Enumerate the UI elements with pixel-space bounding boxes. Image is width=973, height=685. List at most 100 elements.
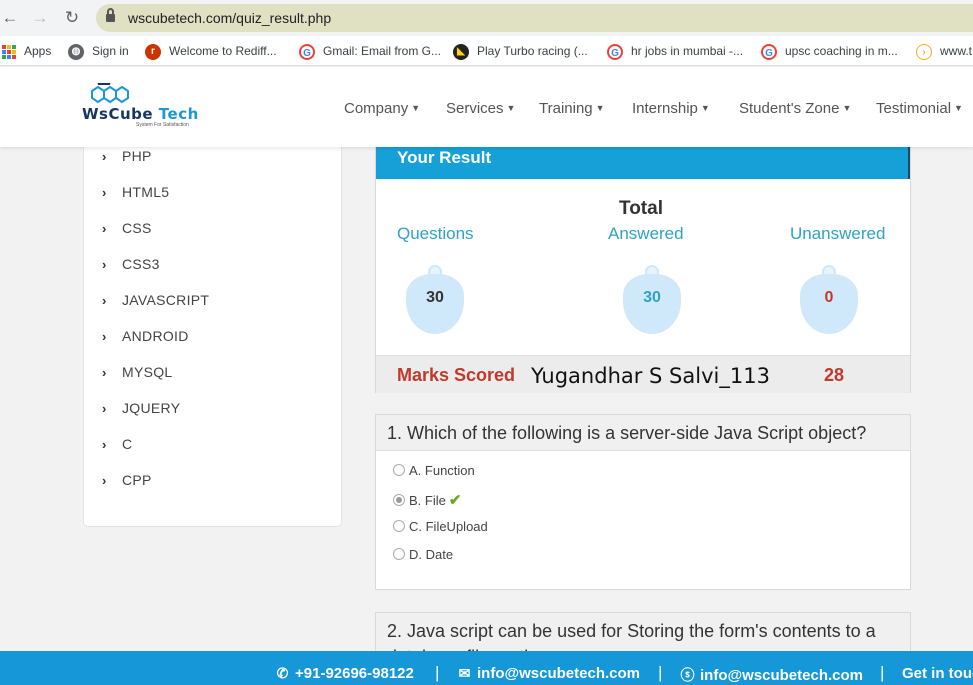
sidebar-item-jquery[interactable]: › JQUERY: [102, 400, 180, 416]
chevron-right-icon: ›: [102, 437, 107, 452]
rediff-icon: r: [145, 43, 161, 60]
bookmark-sign-in[interactable]: ◍ Sign in: [68, 42, 129, 60]
bookmark-label: Gmail: Email from G...: [323, 44, 442, 58]
footer-phone[interactable]: ✆ +91-92696-98122: [275, 665, 414, 682]
lock-icon: [106, 8, 115, 23]
phone-icon: ✆: [276, 665, 289, 681]
bookmark-label: Welcome to Rediff...: [169, 44, 277, 58]
marks-score: 28: [824, 365, 845, 385]
reload-icon[interactable]: ↻: [62, 8, 82, 28]
bookmark-www[interactable]: › www.t: [916, 42, 972, 60]
address-bar[interactable]: wscubetech.com/quiz_result.php: [96, 4, 973, 32]
google-icon: G: [761, 43, 777, 60]
bookmark-hr-jobs[interactable]: Ghr jobs in mumbai -...: [607, 42, 743, 60]
option-d[interactable]: D. Date: [393, 547, 453, 562]
bookmarks-bar: Apps ◍ Sign in r Welcome to Rediff... G Gma…: [0, 36, 973, 66]
site-header: WsCube Tech System For Satisfaction Comp…: [0, 67, 973, 147]
chevron-right-icon: ›: [102, 365, 107, 380]
forward-arrow-icon[interactable]: →: [30, 8, 50, 28]
caret-down-icon: ▼: [954, 103, 963, 113]
unanswered-count-badge: 0: [800, 265, 858, 335]
checkmark-icon: ✔: [448, 492, 462, 509]
nav-services[interactable]: Services ▼: [446, 100, 515, 117]
radio-button-selected[interactable]: [393, 494, 405, 506]
arrow-circle-icon: ›: [916, 43, 932, 60]
logo-tagline: System For Satisfaction: [136, 122, 189, 128]
questions-label: Questions: [397, 224, 474, 243]
back-arrow-icon[interactable]: ←: [0, 8, 20, 28]
nav-company[interactable]: Company ▼: [344, 100, 420, 117]
caret-down-icon: ▼: [842, 103, 852, 113]
footer-divider: |: [658, 663, 663, 682]
result-panel: Your Result Total Questions Answered Una…: [375, 130, 911, 393]
nav-training[interactable]: Training ▼: [539, 100, 605, 117]
answered-label: Answered: [608, 224, 684, 243]
sidebar-item-php[interactable]: › PHP: [102, 148, 152, 164]
apps-grid-icon: [2, 44, 16, 59]
chevron-right-icon: ›: [102, 473, 107, 488]
nav-internship[interactable]: Internship ▼: [632, 100, 710, 117]
question-text: 1. Which of the following is a server-si…: [376, 415, 910, 451]
nav-testimonial[interactable]: Testimonial ▼: [876, 100, 963, 117]
radio-button[interactable]: [393, 464, 405, 476]
radio-button[interactable]: [393, 548, 405, 560]
sidebar-item-html5[interactable]: › HTML5: [102, 184, 169, 200]
caret-down-icon: ▼: [411, 103, 421, 113]
skype-icon: ⓢ: [680, 667, 695, 683]
sidebar-item-mysql[interactable]: › MYSQL: [102, 364, 173, 380]
footer-skype[interactable]: ⓢ info@wscubetech.com: [680, 665, 864, 685]
bookmark-upsc[interactable]: Gupsc coaching in m...: [761, 42, 898, 60]
caret-down-icon: ▼: [700, 103, 710, 113]
sidebar-item-cpp[interactable]: › CPP: [102, 472, 152, 488]
option-a[interactable]: A. Function: [393, 463, 475, 478]
url-text[interactable]: wscubetech.com/quiz_result.php: [128, 10, 331, 26]
bookmark-label: Apps: [24, 44, 52, 58]
wscube-logo[interactable]: WsCube Tech System For Satisfaction: [82, 83, 202, 131]
option-c[interactable]: C. FileUpload: [393, 519, 488, 534]
unanswered-label: Unanswered: [790, 224, 886, 243]
google-icon: G: [299, 43, 315, 60]
sidebar-item-javascript[interactable]: › JAVASCRIPT: [102, 292, 209, 308]
bookmark-apps[interactable]: Apps: [2, 42, 51, 60]
footer-email[interactable]: ✉ info@wscubetech.com: [457, 665, 640, 682]
chevron-right-icon: ›: [102, 185, 107, 200]
unanswered-count: 0: [824, 289, 834, 306]
caret-down-icon: ▼: [595, 103, 605, 113]
sidebar-item-css3[interactable]: › CSS3: [102, 256, 160, 272]
bookmark-gmail[interactable]: G Gmail: Email from G...: [299, 42, 441, 60]
bookmark-label: hr jobs in mumbai -...: [631, 44, 744, 58]
bookmark-label: Play Turbo racing (...: [477, 44, 588, 58]
student-name: Yugandhar S Salvi_113: [531, 364, 770, 388]
chevron-right-icon: ›: [102, 221, 107, 236]
envelope-icon: ✉: [458, 665, 471, 681]
google-icon: G: [607, 43, 623, 60]
chevron-right-icon: ›: [102, 293, 107, 308]
option-b[interactable]: B. File ✔: [393, 491, 461, 509]
globe-icon: ◍: [68, 43, 84, 60]
bookmark-turbo[interactable]: ◣ Play Turbo racing (...: [453, 42, 588, 60]
course-sidebar: › PHP › HTML5 › CSS › CSS3 › JAVASCRIPT › ANDR…: [83, 130, 342, 527]
chevron-right-icon: ›: [102, 149, 107, 164]
footer-get-in-touch[interactable]: Get in touch: [902, 665, 973, 682]
chevron-right-icon: ›: [102, 257, 107, 272]
marks-bar: Marks Scored Yugandhar S Salvi_113 28: [376, 355, 910, 393]
bookmark-rediff[interactable]: r Welcome to Rediff...: [145, 42, 277, 60]
logo-text: WsCube Tech: [82, 105, 199, 123]
result-title: Your Result: [397, 148, 492, 167]
radio-button[interactable]: [393, 520, 405, 532]
contact-footer-bar: ✆ +91-92696-98122 | ✉ info@wscubetech.com …: [0, 651, 973, 685]
caret-down-icon: ▼: [506, 103, 516, 113]
turbo-icon: ◣: [453, 43, 469, 60]
nav-students-zone[interactable]: Student's Zone ▼: [739, 100, 851, 117]
chevron-right-icon: ›: [102, 329, 107, 344]
sidebar-item-android[interactable]: › ANDROID: [102, 328, 189, 344]
bookmark-label: www.t: [940, 44, 973, 58]
chevron-right-icon: ›: [102, 401, 107, 416]
bookmark-label: upsc coaching in m...: [785, 44, 898, 58]
questions-count-badge: 30: [406, 265, 464, 335]
browser-toolbar: ← → ↻ wscubetech.com/quiz_result.php: [0, 0, 973, 36]
sidebar-item-css[interactable]: › CSS: [102, 220, 152, 236]
bookmark-label: Sign in: [92, 44, 129, 58]
sidebar-item-c[interactable]: › C: [102, 436, 132, 452]
total-label: Total: [619, 198, 663, 219]
